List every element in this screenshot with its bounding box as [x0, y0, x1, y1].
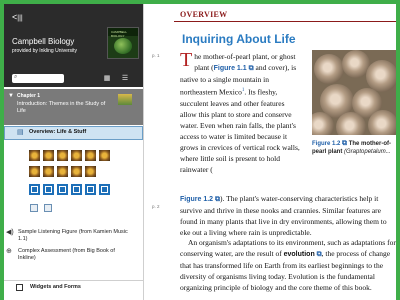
paragraph-1-continued: Figure 1.2 ⧉). The plant's water-conserv…	[180, 193, 396, 238]
cover-title: CAMPBELL BIOLOGY	[111, 30, 127, 38]
collapse-caret-icon[interactable]: ▼	[8, 93, 14, 99]
chapter-number: Chapter 1	[17, 93, 41, 99]
reading-pane: OVERVIEW p. 1 p. 2 Inquiring About Life …	[144, 4, 396, 300]
book-subtitle: provided by Inkling University	[12, 48, 78, 54]
media-thumbnail[interactable]	[29, 184, 40, 195]
chapter-thumbnail	[118, 94, 132, 105]
media-thumbnail[interactable]	[85, 150, 96, 161]
chapter-item[interactable]: ▼ Chapter 1 Introduction: Themes in the …	[4, 89, 143, 125]
media-thumbnail[interactable]	[44, 204, 52, 212]
paragraph-1: The mother-of-pearl plant, or ghost plan…	[180, 49, 300, 175]
overview-rule	[174, 21, 396, 22]
paragraph-2: An organism's adaptations to its environ…	[180, 237, 396, 293]
figure-link-label: Figure 1.1	[213, 65, 247, 72]
media-thumbnail[interactable]	[71, 166, 82, 177]
sidebar-item-label: Widgets and Forms	[30, 284, 81, 290]
toc-section-overview[interactable]: ▤ Overview: Life & Stuff	[4, 126, 143, 140]
library-icon: |||	[17, 15, 23, 22]
media-thumbnail[interactable]	[43, 166, 54, 177]
text: . Its fleshy, succulent leaves and other…	[180, 87, 300, 174]
back-to-library-button[interactable]: <|||	[12, 12, 26, 22]
list-view-icon[interactable]: ☰	[118, 74, 132, 83]
grid-view-icon[interactable]: ▦	[100, 74, 114, 83]
media-thumbnail[interactable]	[57, 184, 68, 195]
page-marker: p. 1	[152, 53, 160, 58]
page-marker: p. 2	[152, 204, 160, 209]
media-thumbnail[interactable]	[30, 204, 38, 212]
media-thumbnail[interactable]	[43, 184, 54, 195]
figure-1-2-image[interactable]	[312, 50, 396, 135]
app-window: <||| Campbell Biology provided by Inklin…	[4, 4, 396, 300]
media-thumbnail[interactable]	[85, 166, 96, 177]
search-field[interactable]: ⌕	[12, 74, 64, 83]
glossary-term[interactable]: evolution	[284, 251, 315, 258]
media-thumbnail[interactable]	[71, 150, 82, 161]
overview-label: OVERVIEW	[180, 10, 228, 19]
media-thumbnail[interactable]	[57, 150, 68, 161]
sidebar-item-label: Complex Assessment (from Big Book of Ink…	[18, 248, 115, 261]
media-thumbnail[interactable]	[43, 150, 54, 161]
sidebar-toolbar: ⌕ ▦ ☰	[12, 74, 135, 84]
media-thumbnail[interactable]	[71, 184, 82, 195]
toc-sidebar: <||| Campbell Biology provided by Inklin…	[4, 4, 144, 300]
page-icon: ▤	[17, 129, 24, 136]
media-thumbnail[interactable]	[85, 184, 96, 195]
caption-figure-number: Figure 1.2	[312, 141, 341, 147]
sidebar-item-label: Sample Listening Figure (from Kamien Mus…	[18, 229, 128, 242]
media-thumbnail[interactable]	[29, 150, 40, 161]
section-label: Overview: Life & Stuff	[29, 129, 87, 135]
sidebar-item-complex-assessment[interactable]: ⊕ Complex Assessment (from Big Book of I…	[6, 248, 128, 262]
sidebar-item-listening-figure[interactable]: ◀) Sample Listening Figure (from Kamien …	[6, 229, 128, 243]
figure-link[interactable]: Figure 1.1 ⧉	[214, 65, 254, 72]
speaker-icon: ◀)	[6, 229, 14, 236]
chapter-title: Introduction: Themes in the Study of Lif…	[17, 101, 106, 114]
popup-icon[interactable]: ⧉	[342, 140, 347, 147]
sidebar-item-widgets[interactable]: Widgets and Forms	[4, 280, 143, 295]
figure-caption: Figure 1.2 ⧉ The mother-of-pearl plant (…	[312, 140, 396, 156]
media-thumbnail[interactable]	[29, 166, 40, 177]
media-thumbnail[interactable]	[99, 150, 110, 161]
plus-circle-icon: ⊕	[6, 248, 12, 255]
book-header: <||| Campbell Biology provided by Inklin…	[4, 4, 143, 87]
figure-link[interactable]: Figure 1.2 ⧉	[180, 196, 220, 203]
caption-scientific-name: (Graptopetalum...	[344, 149, 391, 155]
search-icon: ⌕	[14, 74, 18, 80]
widget-icon	[16, 284, 23, 291]
page-title: Inquiring About Life	[182, 32, 296, 46]
media-thumbnail[interactable]	[57, 166, 68, 177]
book-cover-image: CAMPBELL BIOLOGY	[107, 27, 139, 59]
media-thumbnail[interactable]	[99, 184, 110, 195]
drop-cap: T	[180, 49, 193, 71]
book-title: Campbell Biology	[12, 37, 75, 46]
figure-link-label: Figure 1.2	[180, 196, 214, 203]
